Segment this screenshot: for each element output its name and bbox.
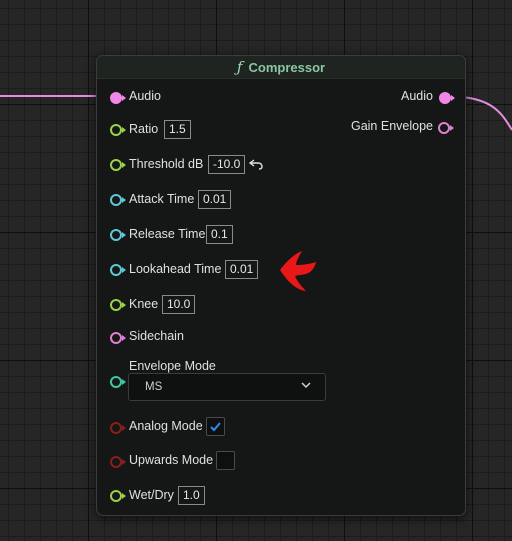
ratio-value-field[interactable]: 1.5 [164, 120, 191, 139]
threshold-label: Threshold dB [129, 157, 204, 171]
envelope-mode-pin[interactable] [110, 376, 126, 388]
analog-mode-pin[interactable] [110, 422, 126, 434]
lookahead-time-value-field[interactable]: 0.01 [225, 260, 259, 279]
sidechain-pin[interactable] [110, 332, 126, 344]
envelope-mode-value: MS [145, 381, 163, 393]
attack-time-label: Attack Time [129, 192, 195, 206]
threshold-value-field[interactable]: -10.0 [208, 155, 246, 174]
gain-envelope-label: Gain Envelope [350, 119, 433, 133]
ratio-label: Ratio [129, 122, 159, 136]
ratio-pin[interactable] [110, 124, 126, 136]
knee-pin[interactable] [110, 299, 126, 311]
audio-output-label: Audio [401, 89, 433, 103]
upwards-mode-checkbox[interactable] [216, 451, 235, 470]
analog-mode-checkbox[interactable] [206, 417, 225, 436]
sidechain-label: Sidechain [129, 329, 184, 343]
gain-envelope-output-pin[interactable] [438, 122, 454, 134]
analog-mode-label: Analog Mode [129, 419, 203, 433]
threshold-pin[interactable] [110, 159, 126, 171]
attack-time-pin[interactable] [110, 194, 126, 206]
reset-to-default-icon[interactable] [249, 158, 263, 170]
check-icon [210, 422, 221, 432]
wet-dry-value-field[interactable]: 1.0 [178, 486, 205, 505]
audio-input-label: Audio [129, 89, 161, 103]
wet-dry-pin[interactable] [110, 490, 126, 502]
chevron-down-icon [301, 382, 311, 389]
envelope-mode-dropdown[interactable]: MS [128, 373, 326, 401]
release-time-label: Release Time [129, 227, 206, 241]
lookahead-time-label: Lookahead Time [129, 262, 222, 276]
upwards-mode-label: Upwards Mode [129, 453, 214, 467]
node-title: Compressor [248, 59, 326, 75]
audio-output-pin[interactable] [439, 92, 455, 104]
wet-dry-label: Wet/Dry [129, 488, 174, 502]
knee-label: Knee [129, 297, 159, 311]
knee-value-field[interactable]: 10.0 [162, 295, 196, 314]
function-icon: ƒ [236, 58, 243, 76]
envelope-mode-label: Envelope Mode [129, 359, 216, 373]
audio-input-pin[interactable] [110, 92, 126, 104]
attack-time-value-field[interactable]: 0.01 [198, 190, 232, 209]
annotation-arrow-icon [280, 251, 316, 291]
upwards-mode-pin[interactable] [110, 456, 126, 468]
release-time-value-field[interactable]: 0.1 [206, 225, 233, 244]
node-header[interactable]: ƒ Compressor [97, 56, 465, 79]
lookahead-time-pin[interactable] [110, 264, 126, 276]
release-time-pin[interactable] [110, 229, 126, 241]
